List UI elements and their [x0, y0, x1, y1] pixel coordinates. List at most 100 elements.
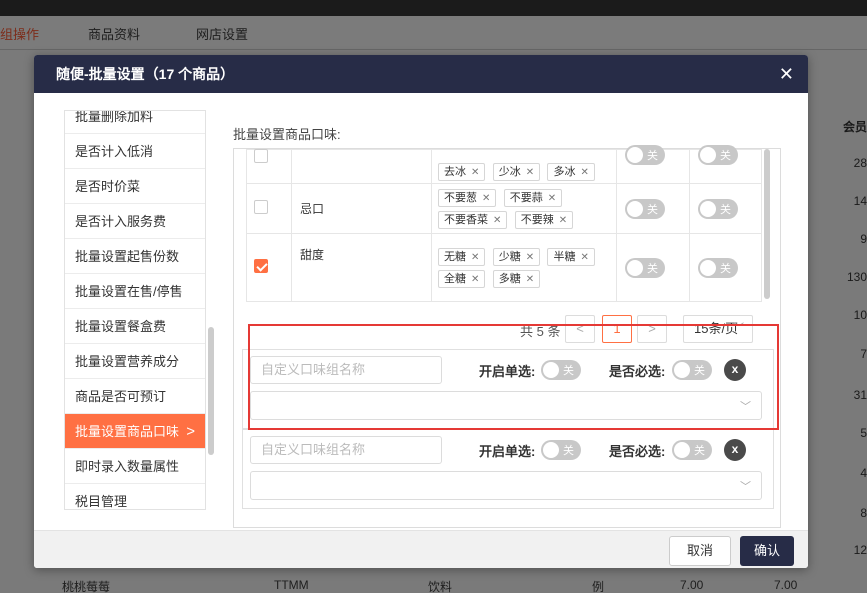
flavor-tag: 去冰 ✕ — [438, 163, 486, 181]
table-row: 忌口 不要葱 ✕ 不要蒜 ✕ 不要香菜 ✕ 不要辣 ✕ 关 关 — [246, 183, 762, 234]
menu-item-service-fee[interactable]: 是否计入服务费 — [65, 204, 205, 239]
custom-flavor-group: 自定义口味组名称 开启单选: 关 是否必选: 关 x ﹀ — [242, 429, 774, 509]
bg-cell: 12 — [853, 543, 867, 557]
single-select-toggle[interactable]: 关 — [625, 198, 665, 219]
modal-header: 随便-批量设置（17 个商品） ✕ — [34, 55, 808, 93]
bg-tab-shop[interactable]: 网店设置 — [196, 24, 248, 43]
flavor-options-select[interactable]: ﹀ — [250, 471, 762, 500]
flavor-tag: 不要葱 ✕ — [438, 188, 497, 207]
chevron-right-icon: > — [186, 423, 195, 440]
table-row: 甜度 无糖 ✕ 少糖 ✕ 半糖 ✕ 全糖 ✕ 多糖 ✕ 关 关 — [246, 233, 762, 302]
flavor-name: 忌口 — [291, 183, 432, 234]
bg-cell: 130 — [846, 270, 867, 284]
tag-close-icon[interactable]: ✕ — [471, 252, 479, 263]
menu-item-label: 批量设置商品口味 — [75, 424, 180, 439]
single-select-toggle[interactable]: 关 — [625, 144, 665, 165]
tag-close-icon[interactable]: ✕ — [580, 252, 588, 263]
delete-group-icon[interactable]: x — [724, 439, 746, 461]
pagination-total: 共 5 条 — [520, 324, 561, 339]
menu-item-min-portions[interactable]: 批量设置起售份数 — [65, 239, 205, 274]
menu-item-tax[interactable]: 税目管理 — [65, 484, 205, 509]
bg-cell: 8 — [860, 506, 867, 520]
close-icon[interactable]: ✕ — [779, 64, 794, 85]
menu-scrollbar[interactable] — [208, 327, 214, 455]
tag-close-icon[interactable]: ✕ — [526, 274, 534, 285]
tag-close-icon[interactable]: ✕ — [526, 167, 534, 178]
confirm-button[interactable]: 确认 — [740, 536, 794, 566]
row-checkbox[interactable] — [254, 149, 268, 163]
bg-cell: 28 — [853, 156, 867, 170]
bg-cell: 7 — [860, 347, 867, 361]
single-select-label: 开启单选: — [479, 444, 536, 459]
required-toggle[interactable]: 关 — [672, 440, 712, 460]
modal-footer: 取消 确认 — [34, 530, 808, 568]
tag-close-icon[interactable]: ✕ — [559, 215, 567, 226]
tag-close-icon[interactable]: ✕ — [493, 215, 501, 226]
flavor-options-select[interactable]: ﹀ — [250, 391, 762, 420]
required-toggle[interactable]: 关 — [698, 144, 738, 165]
bg-cell: 10 — [853, 308, 867, 322]
page-number-button[interactable]: 1 — [602, 315, 632, 343]
required-toggle[interactable]: 关 — [698, 198, 738, 219]
tag-close-icon[interactable]: ✕ — [482, 193, 490, 204]
batch-settings-modal: 随便-批量设置（17 个商品） ✕ 批量删除加料 是否计入低消 是否时价菜 是否… — [34, 55, 808, 568]
bg-bottom-member-price: 7.00 — [774, 578, 798, 592]
chevron-down-icon: ﹀ — [740, 481, 751, 493]
custom-flavor-group: 自定义口味组名称 开启单选: 关 是否必选: 关 x ﹀ — [242, 349, 774, 429]
pagination: 共 5 条 < 1 > 15条/页 ﹀ — [234, 315, 782, 345]
flavor-tag: 多冰 ✕ — [547, 163, 595, 181]
top-bar — [0, 0, 867, 16]
menu-item-market-price[interactable]: 是否时价菜 — [65, 169, 205, 204]
bg-cell: 5 — [860, 426, 867, 440]
bg-bottom-category: 饮料 — [428, 580, 453, 593]
row-checkbox[interactable] — [254, 200, 268, 214]
delete-group-icon[interactable]: x — [724, 359, 746, 381]
tag-close-icon[interactable]: ✕ — [471, 274, 479, 285]
required-label: 是否必选: — [609, 364, 666, 379]
required-toggle[interactable]: 关 — [698, 257, 738, 278]
menu-item-nutrition[interactable]: 批量设置营养成分 — [65, 344, 205, 379]
flavor-tag: 不要辣 ✕ — [514, 210, 574, 229]
menu-item-reservable[interactable]: 商品是否可预订 — [65, 379, 205, 414]
single-select-toggle[interactable]: 关 — [625, 257, 665, 278]
bg-tab-goods[interactable]: 商品资料 — [88, 24, 140, 43]
table-scrollbar[interactable] — [764, 149, 770, 299]
content-label: 批量设置商品口味: — [233, 127, 341, 142]
flavor-tag: 多糖 ✕ — [492, 269, 541, 288]
single-select-toggle[interactable]: 关 — [541, 360, 581, 380]
settings-menu: 批量删除加料 是否计入低消 是否时价菜 是否计入服务费 批量设置起售份数 批量设… — [64, 110, 206, 510]
tag-close-icon[interactable]: ✕ — [526, 252, 534, 263]
flavor-name — [291, 149, 432, 184]
bg-cell: 4 — [860, 466, 867, 480]
tag-close-icon[interactable]: ✕ — [548, 193, 556, 204]
flavor-name: 甜度 — [291, 233, 432, 302]
flavor-panel: 去冰✕ 少冰✕ 多冰✕ 关 关 忌口 不要葱✕ 不要蒜✕ 不要香菜✕ — [233, 144, 782, 528]
flavor-group-name-input[interactable]: 自定义口味组名称 — [250, 436, 442, 464]
required-label: 是否必选: — [609, 444, 666, 459]
flavor-group-name-input[interactable]: 自定义口味组名称 — [250, 356, 442, 384]
menu-item-delete-addons[interactable]: 批量删除加料 — [65, 111, 205, 134]
bg-tab-group[interactable]: 组操作 — [0, 24, 39, 43]
prev-page-button[interactable]: < — [565, 315, 595, 343]
page-size-select[interactable]: 15条/页 ﹀ — [683, 315, 753, 343]
menu-item-flavors[interactable]: 批量设置商品口味 > — [65, 414, 205, 449]
row-checkbox[interactable] — [254, 259, 268, 273]
next-page-button[interactable]: > — [637, 315, 667, 343]
bg-cell: 31 — [853, 388, 867, 402]
menu-item-quantity-attr[interactable]: 即时录入数量属性 — [65, 449, 205, 484]
background-tabs: 组操作 商品资料 网店设置 — [0, 16, 867, 50]
bg-col-header: 会员 — [842, 120, 867, 134]
flavor-table: 去冰✕ 少冰✕ 多冰✕ 关 关 忌口 不要葱✕ 不要蒜✕ 不要香菜✕ — [246, 144, 762, 302]
flavor-tag: 半糖 ✕ — [547, 247, 595, 266]
tag-close-icon[interactable]: ✕ — [471, 167, 479, 178]
menu-item-min-consumption[interactable]: 是否计入低消 — [65, 134, 205, 169]
bg-bottom-price: 7.00 — [680, 578, 704, 592]
required-toggle[interactable]: 关 — [672, 360, 712, 380]
bg-cell: 14 — [853, 194, 867, 208]
chevron-down-icon: ﹀ — [734, 323, 744, 334]
tag-close-icon[interactable]: ✕ — [580, 167, 588, 178]
cancel-button[interactable]: 取消 — [669, 536, 731, 566]
menu-item-box-fee[interactable]: 批量设置餐盒费 — [65, 309, 205, 344]
single-select-toggle[interactable]: 关 — [541, 440, 581, 460]
menu-item-on-sale[interactable]: 批量设置在售/停售 — [65, 274, 205, 309]
